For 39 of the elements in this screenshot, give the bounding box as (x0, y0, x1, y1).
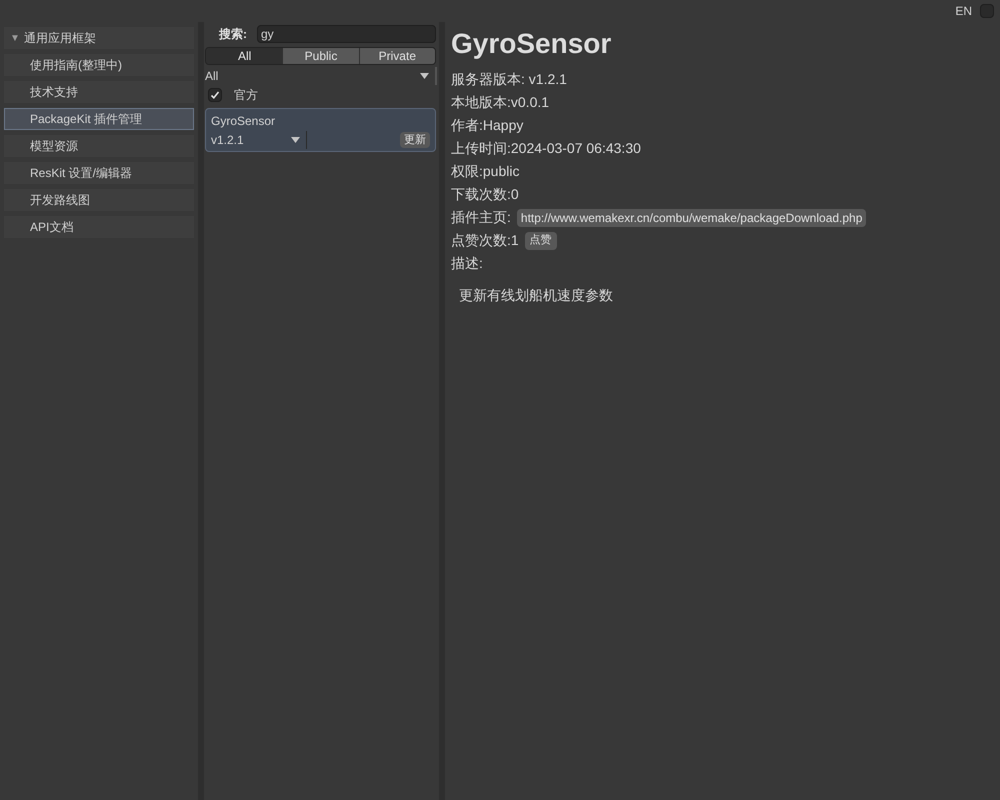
filter-dropdown[interactable]: All (205, 67, 437, 85)
package-name: GyroSensor (211, 113, 276, 130)
sidebar-item[interactable]: ResKit 设置/编辑器 (4, 162, 194, 184)
filter-tab[interactable]: All (206, 48, 282, 64)
version-dropdown[interactable]: v1.2.1 (211, 131, 307, 149)
sidebar-item[interactable]: API文档 (4, 216, 194, 238)
info-line: 上传时间:2024-03-07 06:43:30 (451, 139, 642, 158)
description-text: 更新有线划船机速度参数 (458, 286, 614, 305)
likes-label: 点赞次数:1 (451, 231, 519, 250)
package-title: GyroSensor (451, 27, 612, 61)
sidebar-item[interactable]: 技术支持 (4, 81, 194, 103)
language-label: EN (955, 3, 972, 20)
homepage-label: 插件主页: (451, 208, 511, 227)
checkmark-icon (210, 90, 220, 100)
info-line: 本地版本:v0.0.1 (451, 93, 550, 112)
search-field[interactable]: gy (257, 25, 436, 43)
sidebar-item[interactable]: 使用指南(整理中) (4, 54, 194, 76)
filter-tab[interactable]: Private (358, 48, 435, 64)
filter-tab[interactable]: Public (282, 48, 359, 64)
update-button[interactable]: 更新 (400, 132, 430, 148)
homepage-link-button[interactable]: http://www.wemakexr.cn/combu/wemake/packageDownload.php (516, 208, 866, 226)
info-line: 下载次数:0 (451, 185, 520, 204)
dropdown-caret-icon (420, 73, 429, 79)
checkbox[interactable] (980, 4, 994, 18)
checkbox[interactable] (208, 88, 222, 102)
search-label: 搜索: (219, 26, 248, 43)
expand-arrow-icon: ▼ (10, 30, 20, 46)
sidebar-item[interactable]: PackageKit 插件管理 (4, 108, 194, 130)
info-line: 权限:public (451, 162, 520, 181)
package-card[interactable]: GyroSensor v1.2.1 更新 (205, 108, 436, 152)
info-line: 作者:Happy (451, 116, 524, 135)
description-label: 描述: (451, 254, 484, 273)
info-line: 服务器版本: v1.2.1 (451, 70, 568, 89)
sidebar-item[interactable]: 模型资源 (4, 135, 194, 157)
official-label: 官方 (234, 87, 258, 104)
sidebar-group-header[interactable]: ▼ 通用应用框架 (4, 27, 194, 49)
sidebar-item[interactable]: 开发路线图 (4, 189, 194, 211)
like-button[interactable]: 点赞 (524, 232, 557, 250)
dropdown-caret-icon (291, 137, 300, 143)
